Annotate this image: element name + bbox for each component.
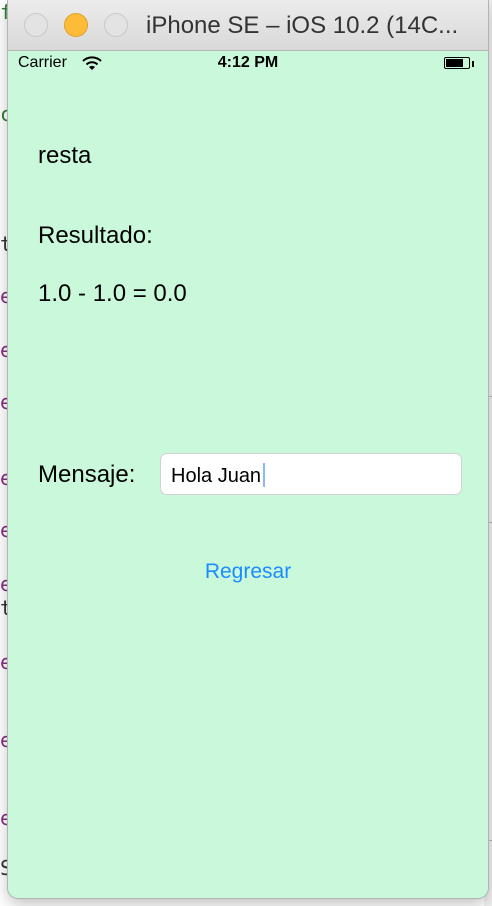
minimize-window-button[interactable] bbox=[64, 13, 88, 37]
battery-level bbox=[446, 59, 463, 67]
back-button[interactable]: Regresar bbox=[8, 560, 488, 584]
close-window-button[interactable] bbox=[24, 13, 48, 37]
message-input[interactable]: Hola Juan bbox=[160, 453, 462, 495]
status-bar: Carrier 4:12 PM bbox=[8, 52, 488, 76]
battery-icon bbox=[444, 57, 470, 69]
battery-tip bbox=[472, 61, 474, 67]
zoom-window-button[interactable] bbox=[104, 13, 128, 37]
message-label: Mensaje: bbox=[38, 461, 136, 488]
title-bar: iPhone SE – iOS 10.2 (14C... bbox=[8, 0, 488, 51]
result-value: 1.0 - 1.0 = 0.0 bbox=[38, 280, 187, 307]
message-input-value: Hola Juan bbox=[171, 465, 262, 487]
result-heading: Resultado: bbox=[38, 222, 153, 249]
text-caret bbox=[263, 463, 266, 487]
window-title: iPhone SE – iOS 10.2 (14C... bbox=[146, 12, 459, 39]
operation-label: resta bbox=[38, 142, 92, 169]
simulator-window: iPhone SE – iOS 10.2 (14C... Carrier 4:1… bbox=[8, 0, 488, 898]
clock: 4:12 PM bbox=[217, 54, 279, 71]
